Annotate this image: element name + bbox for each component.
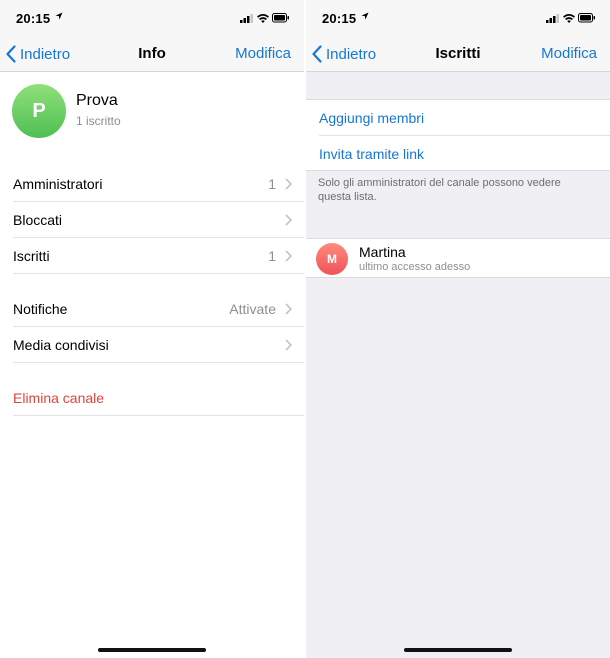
- invite-link-label: Invita tramite link: [319, 146, 425, 162]
- member-last-seen: ultimo accesso adesso: [359, 261, 471, 273]
- row-label: Notifiche: [13, 301, 68, 317]
- home-indicator[interactable]: [404, 648, 512, 652]
- row-label: Media condivisi: [13, 337, 109, 353]
- status-bar: 20:15: [306, 0, 610, 36]
- chevron-right-icon: [285, 178, 292, 190]
- battery-icon: [272, 13, 289, 23]
- row-blocked[interactable]: Bloccati: [0, 202, 304, 238]
- location-arrow-icon: [361, 12, 369, 20]
- row-label: Amministratori: [13, 176, 103, 192]
- channel-avatar[interactable]: P: [12, 84, 66, 138]
- channel-name: Prova: [76, 92, 118, 109]
- channel-profile: P Prova 1 iscritto: [0, 72, 304, 150]
- row-label: Bloccati: [13, 212, 63, 228]
- row-label: Iscritti: [13, 248, 50, 264]
- row-value: 1: [268, 176, 276, 192]
- battery-icon: [578, 13, 595, 23]
- member-name: Martina: [359, 244, 406, 260]
- row-notifications[interactable]: Notifiche Attivate: [0, 291, 304, 327]
- row-subscribers[interactable]: Iscritti 1: [0, 238, 304, 274]
- add-members-label: Aggiungi membri: [319, 110, 425, 126]
- admin-visibility-note: Solo gli amministratori del canale posso…: [318, 177, 561, 203]
- edit-button[interactable]: Modifica: [541, 45, 597, 62]
- wifi-icon: [563, 14, 575, 23]
- actions-group: Aggiungi membri Invita tramite link: [306, 99, 610, 171]
- delete-channel-button[interactable]: Elimina canale: [0, 380, 304, 416]
- status-time: 20:15: [16, 11, 51, 26]
- wifi-icon: [257, 14, 269, 23]
- signal-icon: [546, 14, 559, 23]
- row-administrators[interactable]: Amministratori 1: [0, 166, 304, 202]
- row-value: 1: [268, 248, 276, 264]
- delete-channel-label: Elimina canale: [13, 390, 105, 406]
- chevron-right-icon: [285, 214, 292, 226]
- chevron-right-icon: [285, 339, 292, 351]
- invite-link-button[interactable]: Invita tramite link: [306, 136, 610, 172]
- row-value: Attivate: [229, 301, 276, 317]
- add-members-button[interactable]: Aggiungi membri: [306, 100, 610, 136]
- chevron-right-icon: [285, 303, 292, 315]
- member-avatar: M: [316, 243, 348, 275]
- status-icons: [546, 13, 595, 23]
- chevron-right-icon: [285, 250, 292, 262]
- row-shared-media[interactable]: Media condivisi: [0, 327, 304, 363]
- home-indicator[interactable]: [98, 648, 206, 652]
- status-time: 20:15: [322, 11, 357, 26]
- member-row[interactable]: M Martina ultimo accesso adesso: [306, 238, 610, 278]
- subscribers-screen: 20:15 Indietro Iscritti Modifica Aggiung…: [306, 0, 610, 658]
- location-arrow-icon: [55, 12, 63, 20]
- nav-bar: Indietro Info Modifica: [0, 36, 304, 72]
- edit-button[interactable]: Modifica: [235, 45, 291, 62]
- status-bar: 20:15: [0, 0, 304, 36]
- subscriber-count: 1 iscritto: [76, 114, 121, 128]
- info-screen: 20:15 Indietro Info Modifica P Prova 1 i…: [0, 0, 304, 658]
- nav-bar: Indietro Iscritti Modifica: [306, 36, 610, 72]
- signal-icon: [240, 14, 253, 23]
- status-icons: [240, 13, 289, 23]
